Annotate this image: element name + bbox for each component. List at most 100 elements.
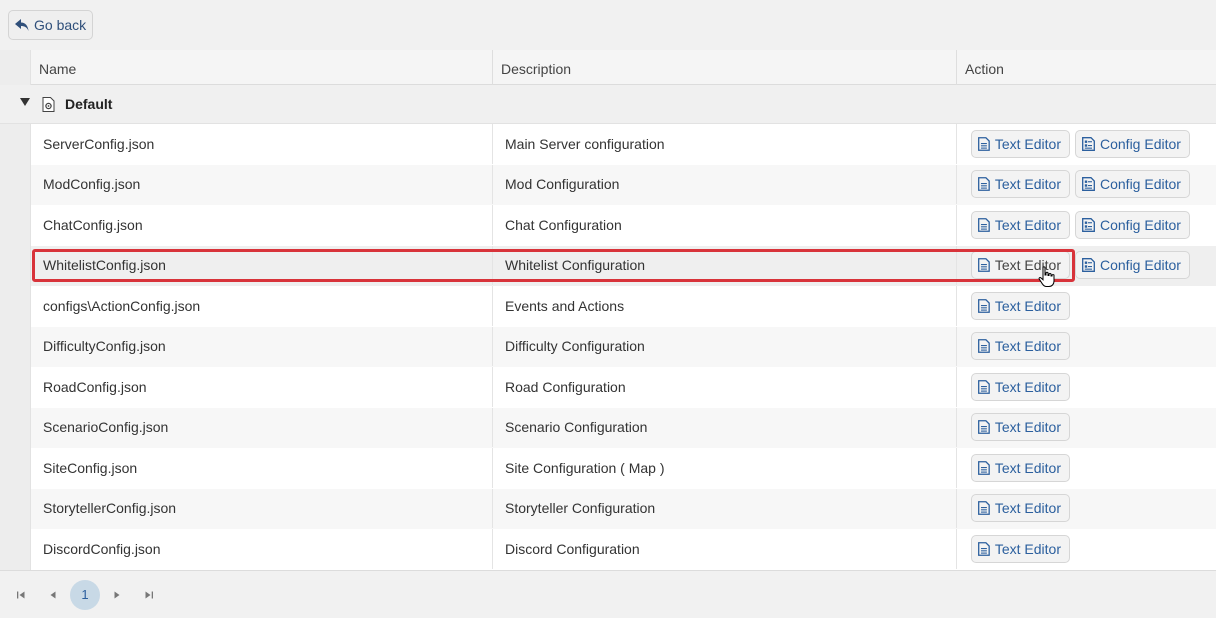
text-editor-button[interactable]: Text Editor — [971, 372, 1070, 401]
column-header-name[interactable]: Name — [31, 50, 493, 85]
column-header-action[interactable]: Action — [957, 50, 1216, 85]
config-editor-label: Config Editor — [1100, 257, 1181, 274]
cell-description: Events and Actions — [493, 286, 957, 326]
text-editor-button[interactable]: Text Editor — [971, 494, 1070, 523]
config-editor-icon — [1082, 258, 1095, 273]
cell-actions: Text Editor Config Editor — [957, 124, 1216, 164]
text-editor-label: Text Editor — [994, 419, 1061, 436]
cell-file-name: SiteConfig.json — [31, 448, 493, 488]
cell-description: Storyteller Configuration — [493, 488, 957, 528]
document-icon — [978, 460, 990, 475]
text-editor-button[interactable]: Text Editor — [971, 210, 1070, 239]
config-editor-button[interactable]: Config Editor — [1075, 129, 1190, 158]
text-editor-button[interactable]: Text Editor — [971, 129, 1070, 158]
text-editor-label: Text Editor — [994, 459, 1061, 476]
text-editor-label: Text Editor — [994, 216, 1061, 233]
config-editor-icon — [1082, 136, 1095, 151]
reply-arrow-icon — [15, 18, 29, 31]
table-row[interactable]: StorytellerConfig.json Storyteller Config… — [31, 488, 1216, 529]
text-editor-button[interactable]: Text Editor — [971, 534, 1070, 563]
collapse-caret-icon[interactable] — [20, 98, 30, 106]
text-editor-button[interactable]: Text Editor — [971, 413, 1070, 442]
document-icon — [978, 541, 990, 556]
page-number-button[interactable]: 1 — [70, 580, 100, 610]
document-icon — [978, 501, 990, 516]
text-editor-button[interactable]: Text Editor — [971, 332, 1070, 361]
cell-actions: Text Editor — [957, 529, 1216, 569]
text-editor-label: Text Editor — [994, 297, 1061, 314]
document-icon — [978, 177, 990, 192]
cell-description: Discord Configuration — [493, 529, 957, 569]
go-back-label: Go back — [34, 17, 87, 33]
cell-file-name: StorytellerConfig.json — [31, 488, 493, 528]
cell-file-name: ServerConfig.json — [31, 124, 493, 164]
config-editor-icon — [1082, 177, 1095, 192]
cell-actions: Text Editor — [957, 367, 1216, 407]
table-row[interactable]: DiscordConfig.json Discord Configuration T… — [31, 529, 1216, 570]
cell-file-name: WhitelistConfig.json — [31, 245, 493, 285]
text-editor-label: Text Editor — [994, 540, 1061, 557]
cell-actions: Text Editor — [957, 286, 1216, 326]
cell-description: Mod Configuration — [493, 164, 957, 204]
document-icon — [978, 339, 990, 354]
table-body: ServerConfig.json Main Server configurati… — [31, 124, 1216, 570]
row-gutter — [0, 50, 31, 570]
table-row[interactable]: configs\ActionConfig.json Events and Acti… — [31, 286, 1216, 327]
group-label: Default — [65, 96, 113, 112]
document-icon — [978, 420, 990, 435]
text-editor-label: Text Editor — [994, 135, 1061, 152]
text-editor-label: Text Editor — [994, 176, 1061, 193]
cell-description: Site Configuration ( Map ) — [493, 448, 957, 488]
document-icon — [978, 258, 990, 273]
cell-actions: Text Editor — [957, 408, 1216, 448]
document-icon — [978, 298, 990, 313]
cell-actions: Text Editor — [957, 448, 1216, 488]
table-row[interactable]: DifficultyConfig.json Difficulty Configur… — [31, 326, 1216, 367]
cell-actions: Text Editor Config Editor — [957, 205, 1216, 245]
cell-actions: Text Editor — [957, 327, 1216, 367]
table-row[interactable]: RoadConfig.json Road Configuration Text Ed… — [31, 367, 1216, 408]
config-editor-icon — [1082, 217, 1095, 232]
next-page-icon[interactable] — [110, 588, 124, 602]
table-row[interactable]: SiteConfig.json Site Configuration ( Map … — [31, 448, 1216, 489]
previous-page-icon[interactable] — [46, 588, 60, 602]
config-editor-label: Config Editor — [1100, 135, 1181, 152]
cell-file-name: configs\ActionConfig.json — [31, 286, 493, 326]
text-editor-button[interactable]: Text Editor — [971, 291, 1070, 320]
cell-actions: Text Editor — [957, 489, 1216, 529]
config-editor-label: Config Editor — [1100, 176, 1181, 193]
text-editor-button[interactable]: Text Editor — [971, 170, 1070, 199]
cell-description: Difficulty Configuration — [493, 326, 957, 366]
column-header-description[interactable]: Description — [493, 50, 957, 85]
last-page-icon[interactable] — [142, 588, 156, 602]
pagination-bar: 1 — [0, 570, 1216, 618]
config-editor-label: Config Editor — [1100, 216, 1181, 233]
table-row[interactable]: ServerConfig.json Main Server configurati… — [31, 124, 1216, 165]
table-row[interactable]: ChatConfig.json Chat Configuration Text Ed… — [31, 205, 1216, 246]
config-file-icon — [42, 97, 55, 112]
group-row-default[interactable]: Default — [0, 85, 1216, 124]
table-header: Name Description Action — [31, 50, 1216, 85]
config-table: Name Description Action Default ServerCo… — [0, 50, 1216, 570]
document-icon — [978, 217, 990, 232]
go-back-button[interactable]: Go back — [8, 10, 93, 40]
table-row[interactable]: ScenarioConfig.json Scenario Configuratio… — [31, 407, 1216, 448]
config-editor-button[interactable]: Config Editor — [1075, 251, 1190, 280]
text-editor-label: Text Editor — [994, 378, 1061, 395]
table-row[interactable]: ModConfig.json Mod Configuration Text Edit… — [31, 164, 1216, 205]
hand-cursor-icon — [1038, 266, 1055, 287]
cell-file-name: RoadConfig.json — [31, 367, 493, 407]
document-icon — [978, 136, 990, 151]
cell-actions: Text Editor Config Editor — [957, 165, 1216, 205]
cell-description: Main Server configuration — [493, 124, 957, 164]
config-editor-button[interactable]: Config Editor — [1075, 210, 1190, 239]
text-editor-label: Text Editor — [994, 500, 1061, 517]
first-page-icon[interactable] — [14, 588, 28, 602]
config-editor-button[interactable]: Config Editor — [1075, 170, 1190, 199]
text-editor-label: Text Editor — [994, 338, 1061, 355]
cell-description: Scenario Configuration — [493, 407, 957, 447]
cell-description: Chat Configuration — [493, 205, 957, 245]
cell-file-name: ChatConfig.json — [31, 205, 493, 245]
cell-description: Road Configuration — [493, 367, 957, 407]
text-editor-button[interactable]: Text Editor — [971, 453, 1070, 482]
